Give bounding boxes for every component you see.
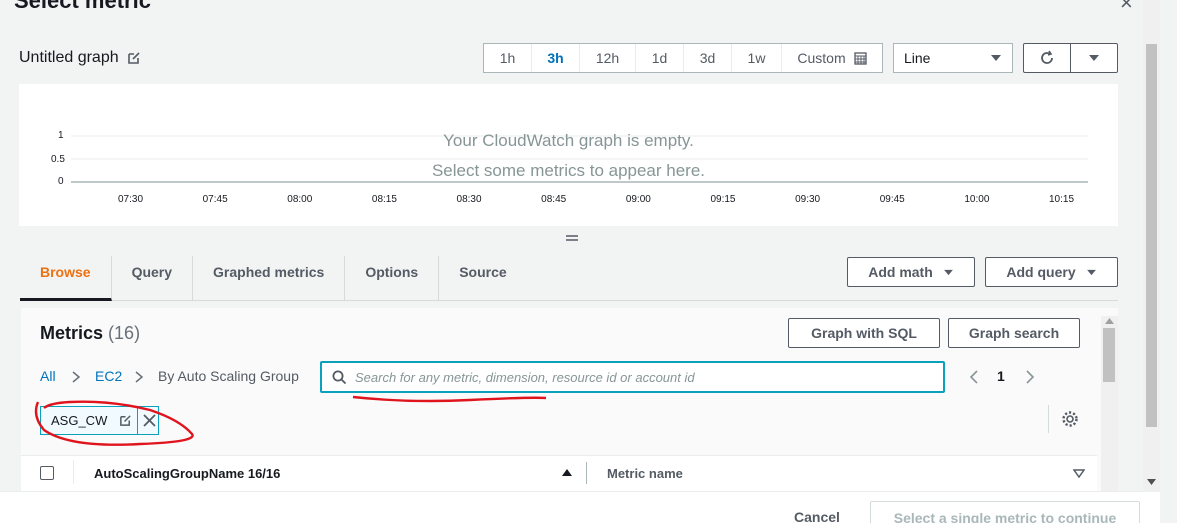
breadcrumb-ec2[interactable]: EC2 [95, 368, 122, 384]
caret-down-icon [1086, 269, 1096, 275]
metrics-heading-text: Metrics [40, 323, 104, 343]
empty-graph-hint: Select some metrics to appear here. [431, 161, 706, 180]
time-12h[interactable]: 12h [580, 44, 636, 72]
x-tick-label: 09:45 [879, 194, 905, 205]
chevron-right-icon [72, 371, 81, 383]
metric-search-field[interactable] [320, 361, 945, 393]
x-tick-label: 08:00 [287, 194, 313, 205]
settings-gear-icon[interactable] [1061, 410, 1079, 428]
annotation-underline [352, 395, 547, 403]
x-tick-label: 08:45 [541, 194, 567, 205]
graph-axes [71, 135, 1088, 183]
graph-title[interactable]: Untitled graph [19, 49, 141, 67]
x-tick-label: 07:45 [202, 194, 228, 205]
edit-icon[interactable] [127, 51, 141, 65]
metrics-count: (16) [108, 323, 141, 343]
chart-type-value: Line [904, 50, 931, 66]
x-tick-label: 09:00 [625, 194, 651, 205]
tab-graphed-metrics[interactable]: Graphed metrics [193, 256, 346, 301]
x-tick-label: 09:15 [710, 194, 736, 205]
time-1w[interactable]: 1w [732, 44, 782, 72]
chevron-right-icon [135, 371, 144, 383]
modal-title: Select metric [14, 0, 151, 13]
time-custom[interactable]: Custom [782, 44, 882, 72]
x-tick-label: 08:30 [456, 194, 482, 205]
time-1h[interactable]: 1h [484, 44, 532, 72]
column-divider [586, 462, 587, 484]
refresh-icon [1041, 50, 1053, 64]
breadcrumb-all[interactable]: All [40, 368, 56, 384]
search-icon [332, 370, 347, 384]
modal-footer: Cancel Select a single metric to continu… [0, 491, 1160, 523]
confirm-button[interactable]: Select a single metric to continue [870, 501, 1140, 523]
graph-title-text: Untitled graph [19, 49, 119, 66]
tab-query[interactable]: Query [112, 256, 194, 301]
outer-scrollbar[interactable] [1143, 0, 1160, 492]
refresh-button-group [1023, 43, 1118, 73]
calendar-icon [853, 51, 867, 65]
tab-options[interactable]: Options [345, 256, 440, 301]
add-query-label: Add query [1006, 264, 1076, 280]
page-number[interactable]: 1 [997, 368, 1005, 384]
custom-label: Custom [797, 50, 846, 66]
annotation-circle [34, 400, 194, 446]
inner-scrollbar[interactable] [1101, 316, 1118, 491]
caret-down-icon [991, 55, 1001, 61]
add-math-label: Add math [868, 264, 933, 280]
resize-handle-icon[interactable] [566, 229, 578, 245]
column-divider [73, 460, 74, 484]
x-tick-label: 10:15 [1049, 194, 1075, 205]
caret-down-icon [943, 269, 953, 275]
toolbar-divider [1048, 405, 1049, 433]
close-icon[interactable]: × [1120, 0, 1133, 16]
caret-down-icon [1089, 55, 1099, 61]
cancel-button[interactable]: Cancel [794, 509, 840, 523]
next-page-icon[interactable] [1024, 369, 1036, 385]
select-metric-modal: Select metric × Untitled graph 1h 3h 12h… [0, 0, 1160, 523]
x-tick-label: 07:30 [118, 194, 144, 205]
time-3h[interactable]: 3h [532, 44, 580, 72]
metrics-heading: Metrics (16) [40, 323, 140, 344]
column-header-metric-name[interactable]: Metric name [607, 466, 683, 481]
add-math-button[interactable]: Add math [847, 257, 975, 287]
graph-with-sql-button[interactable]: Graph with SQL [788, 318, 940, 348]
x-tick-label: 09:30 [795, 194, 821, 205]
time-1d[interactable]: 1d [636, 44, 684, 72]
x-tick-label: 08:15 [371, 194, 397, 205]
graph-search-button[interactable]: Graph search [948, 318, 1080, 348]
time-3d[interactable]: 3d [684, 44, 732, 72]
prev-page-icon[interactable] [968, 369, 980, 385]
add-query-button[interactable]: Add query [985, 257, 1118, 287]
empty-graph-message: Your CloudWatch graph is empty. [443, 131, 694, 150]
time-range-selector: 1h 3h 12h 1d 3d 1w Custom [483, 43, 883, 73]
refresh-options-button[interactable] [1071, 44, 1117, 72]
x-tick-label: 10:00 [964, 194, 990, 205]
column-header-asg-name[interactable]: AutoScalingGroupName 16/16 [94, 466, 280, 481]
breadcrumb-current: By Auto Scaling Group [158, 368, 299, 384]
chart-type-select[interactable]: Line [893, 43, 1013, 73]
tab-browse[interactable]: Browse [20, 256, 112, 301]
metric-search-input[interactable] [355, 369, 915, 385]
refresh-button[interactable] [1024, 44, 1071, 72]
sort-descending-icon[interactable] [1073, 469, 1085, 478]
sort-ascending-icon[interactable] [561, 468, 573, 477]
select-all-checkbox[interactable] [40, 466, 54, 480]
tab-source[interactable]: Source [439, 256, 526, 301]
